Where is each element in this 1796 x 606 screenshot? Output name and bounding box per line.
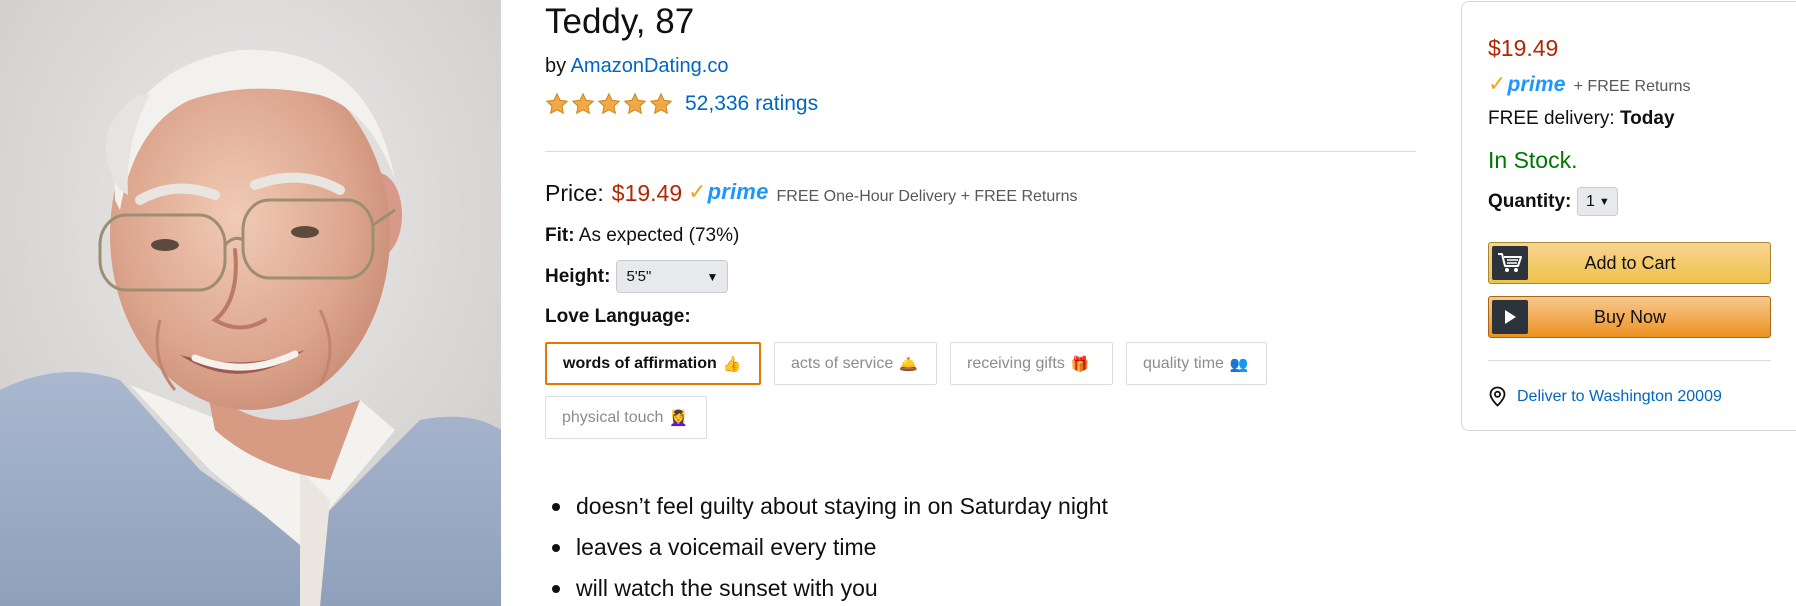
love-language-option[interactable]: words of affirmation 👍 — [545, 342, 761, 385]
height-label: Height: — [545, 265, 611, 287]
prime-logo: ✓ prime — [688, 179, 768, 205]
bell-icon: 🛎️ — [899, 355, 918, 373]
option-label: quality time — [1143, 354, 1224, 372]
caret-down-icon: ▼ — [706, 269, 719, 284]
location-pin-icon — [1488, 386, 1507, 407]
buybox-price: $19.49 — [1488, 35, 1559, 61]
price-row: Price: $19.49 ✓ prime FREE One-Hour Deli… — [545, 179, 1078, 207]
list-item: leaves a voicemail every time — [545, 527, 1108, 568]
massage-icon: 💆‍♀️ — [669, 409, 689, 427]
divider — [545, 151, 1416, 152]
prime-wordmark: prime — [707, 179, 769, 204]
star-icon — [597, 92, 621, 115]
height-select[interactable]: 5'5" ▼ — [616, 260, 729, 293]
people-icon: 👥 — [1229, 355, 1249, 373]
cart-icon — [1492, 246, 1528, 280]
caret-down-icon: ▼ — [1598, 195, 1610, 208]
product-image[interactable] — [0, 0, 501, 606]
check-icon: ✓ — [1488, 71, 1507, 96]
stock-status: In Stock. — [1488, 147, 1578, 173]
love-language-option[interactable]: acts of service 🛎️ — [774, 342, 937, 385]
fit-row: Fit: As expected (73%) — [545, 225, 739, 247]
option-label: acts of service — [791, 354, 894, 372]
portrait-illustration — [0, 0, 501, 606]
star-icon — [649, 92, 673, 115]
rating-row: 52,336 ratings — [545, 92, 818, 116]
delivery-prefix: FREE delivery: — [1488, 108, 1615, 129]
delivery-note: FREE One-Hour Delivery + FREE Returns — [776, 188, 1078, 205]
check-icon: ✓ — [688, 179, 707, 204]
height-value: 5'5" — [626, 268, 652, 285]
star-icon — [571, 92, 595, 115]
list-item: doesn’t feel guilty about staying in on … — [545, 486, 1108, 527]
brand-link[interactable]: AmazonDating.co — [571, 55, 729, 77]
option-label: physical touch — [562, 408, 664, 426]
price-label: Price: — [545, 180, 604, 206]
byline: by AmazonDating.co — [545, 55, 728, 78]
quantity-value: 1 — [1585, 192, 1595, 210]
star-rating[interactable] — [545, 92, 673, 116]
ratings-count-link[interactable]: 52,336 ratings — [685, 92, 818, 116]
star-icon — [623, 92, 647, 115]
buy-now-label: Buy Now — [1593, 306, 1667, 327]
fit-value: As expected (73%) — [578, 225, 740, 246]
star-icon — [545, 92, 569, 115]
love-language-option[interactable]: physical touch 💆‍♀️ — [545, 396, 707, 439]
gift-icon: 🎁 — [1070, 355, 1090, 373]
option-label: words of affirmation — [563, 354, 717, 372]
love-language-label: Love Language: — [545, 306, 691, 327]
buybox-prime-row: ✓ prime + FREE Returns — [1488, 71, 1691, 97]
thumbs-up-icon: 👍 — [722, 355, 742, 373]
by-prefix: by — [545, 55, 567, 77]
quantity-label: Quantity: — [1488, 190, 1572, 212]
quantity-row: Quantity: 1 ▼ — [1488, 187, 1619, 216]
prime-wordmark: prime — [1507, 73, 1566, 96]
option-label: receiving gifts — [967, 354, 1065, 372]
free-delivery: FREE delivery: Today — [1488, 108, 1675, 130]
feature-bullets: doesn’t feel guilty about staying in on … — [545, 486, 1108, 606]
buy-now-button[interactable]: Buy Now — [1488, 296, 1771, 338]
deliver-to-link[interactable]: Deliver to Washington 20009 — [1488, 386, 1722, 407]
divider — [1488, 360, 1771, 361]
delivery-day: Today — [1619, 108, 1675, 129]
add-to-cart-label: Add to Cart — [1584, 252, 1676, 273]
play-icon — [1492, 300, 1528, 334]
love-language-option[interactable]: receiving gifts 🎁 — [950, 342, 1113, 385]
fit-label: Fit: — [545, 225, 575, 246]
product-title: Teddy, 87 — [545, 2, 695, 41]
price-value: $19.49 — [611, 180, 683, 206]
buy-box: $19.49 ✓ prime + FREE Returns FREE deliv… — [1461, 1, 1796, 431]
deliver-to-text: Deliver to Washington 20009 — [1517, 387, 1722, 405]
free-returns: + FREE Returns — [1573, 78, 1691, 95]
quantity-select[interactable]: 1 ▼ — [1577, 187, 1619, 216]
add-to-cart-button[interactable]: Add to Cart — [1488, 242, 1771, 284]
height-row: Height: 5'5" ▼ — [545, 260, 729, 293]
list-item: will watch the sunset with you — [545, 568, 1108, 606]
love-language-option[interactable]: quality time 👥 — [1126, 342, 1267, 385]
